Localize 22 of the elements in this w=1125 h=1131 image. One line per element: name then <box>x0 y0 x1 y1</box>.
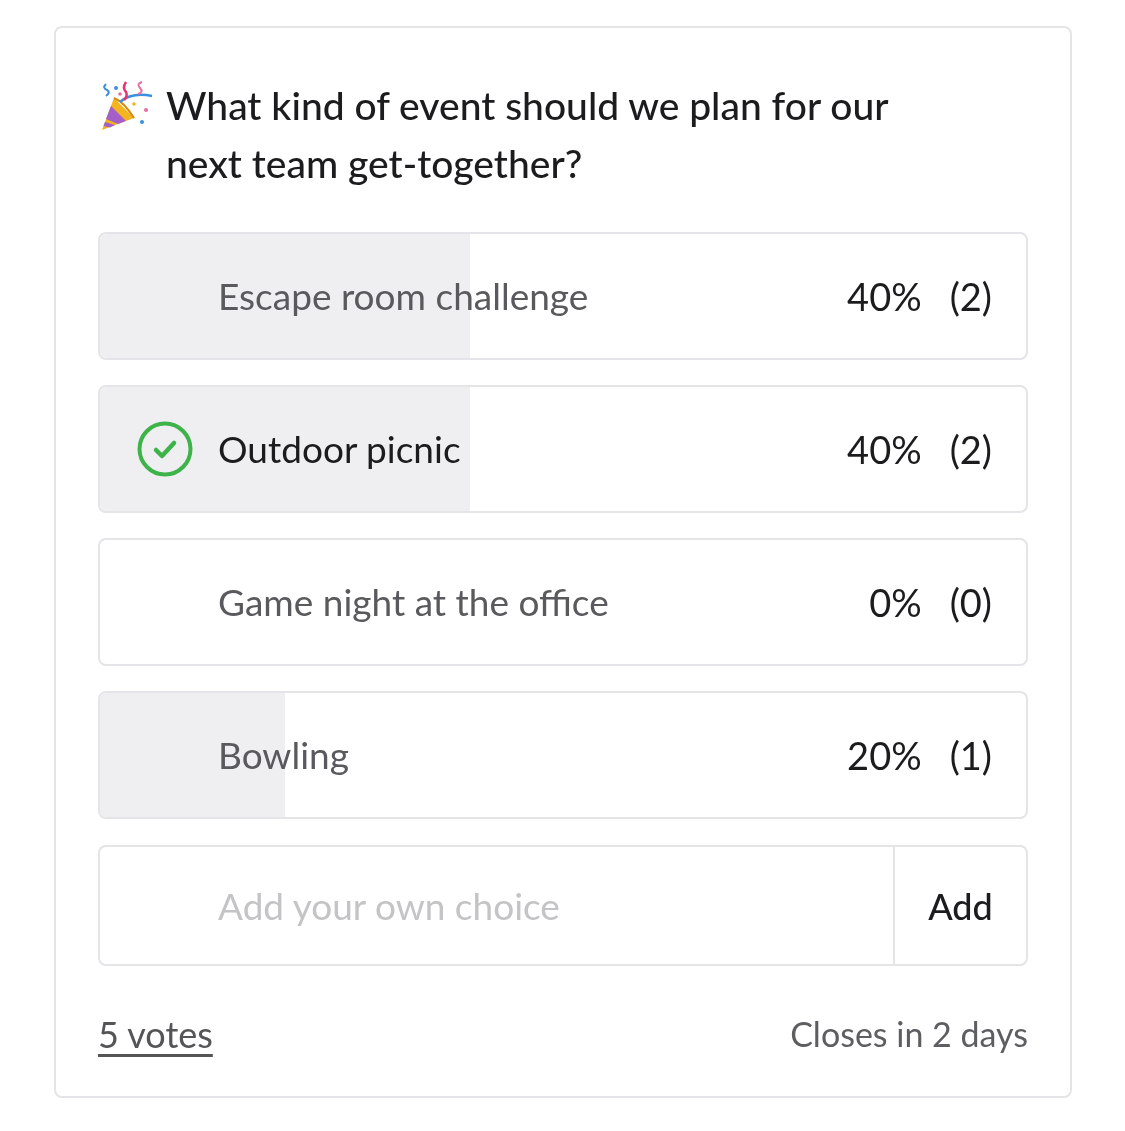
option-label: Bowling <box>218 731 350 780</box>
vote-percent: 40% <box>847 271 922 321</box>
option-label: Outdoor picnic <box>218 425 462 474</box>
checkmark-circle-icon <box>137 421 193 477</box>
vote-count: (1) <box>949 730 992 780</box>
vote-count: (2) <box>949 424 992 474</box>
vote-percent: 0% <box>869 577 922 627</box>
vote-percent: 40% <box>847 424 922 474</box>
poll-option[interactable]: Outdoor picnic 40% (2) <box>98 385 1028 513</box>
poll-option[interactable]: Escape room challenge 40% (2) <box>98 232 1028 360</box>
add-button[interactable]: Add <box>893 845 1028 966</box>
poll-option[interactable]: Bowling 20% (1) <box>98 691 1028 819</box>
vote-count: (2) <box>949 271 992 321</box>
vote-count-link[interactable]: 5 votes <box>98 1012 213 1056</box>
option-label: Escape room challenge <box>218 272 590 321</box>
vote-percent: 20% <box>847 730 922 780</box>
vote-count: (0) <box>949 577 992 627</box>
poll-option[interactable]: Game night at the office 0% (0) <box>98 538 1028 666</box>
poll-question: What kind of event should we plan for our next team get-together? <box>166 81 890 188</box>
closing-time-text: Closes in 2 days <box>790 1012 1028 1056</box>
choice-input[interactable]: Add your own choice <box>98 845 893 966</box>
option-label: Game night at the office <box>218 578 610 627</box>
